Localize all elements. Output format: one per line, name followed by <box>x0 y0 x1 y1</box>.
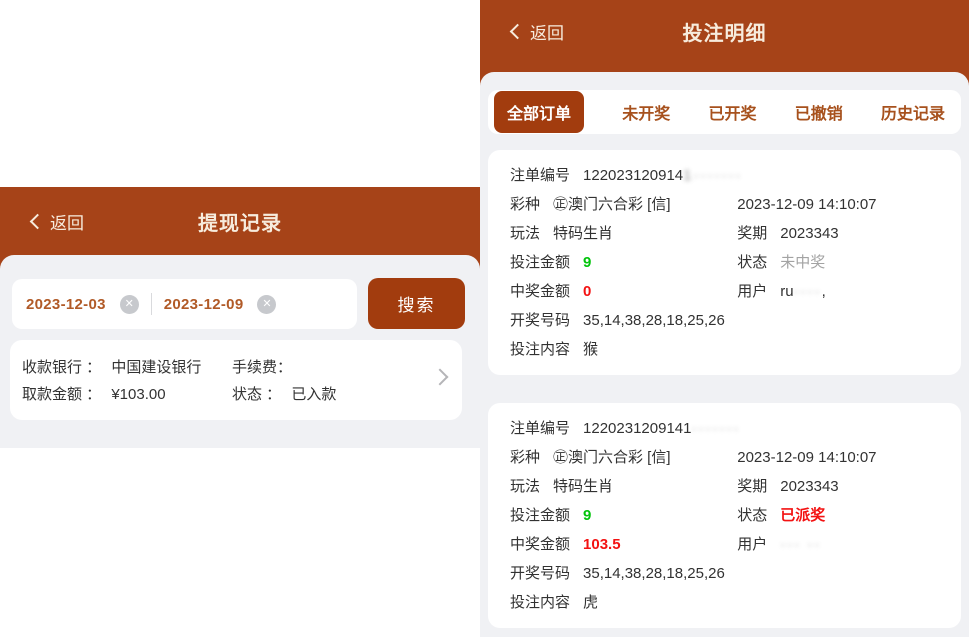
order-number-label: 注单编号 <box>510 414 570 443</box>
record-status-label: 状态 ： <box>232 386 281 403</box>
bet-content-value: 虎 <box>583 588 598 617</box>
clear-date-from-icon[interactable]: ✕ <box>120 295 139 314</box>
bet-amount-label: 投注金额 <box>510 248 570 277</box>
draw-numbers-value: 35,14,38,28,18,25,26 <box>583 559 725 588</box>
period-label: 奖期 <box>737 472 767 501</box>
withdraw-amount-label: 取款金额 ： <box>22 386 101 403</box>
play-label: 玩法 <box>510 219 540 248</box>
screenshot-stage: 返回 提现记录 2023-12-03 ✕ 2023-12-09 ✕ 搜索 收款银… <box>0 0 969 637</box>
chevron-right-icon <box>432 369 449 386</box>
date-to-value[interactable]: 2023-12-09 <box>164 296 244 313</box>
win-amount-label: 中奖金额 <box>510 530 570 559</box>
user-value-prefix: ru <box>780 277 793 306</box>
right-content-area: 全部订单 未开奖 已开奖 已撤销 历史记录 注单编号 122023120914 … <box>480 72 969 637</box>
user-label: 用户 <box>737 530 767 559</box>
status-value: 未中奖 <box>780 248 825 277</box>
lottery-label: 彩种 <box>510 443 540 472</box>
search-button[interactable]: 搜索 <box>368 278 465 329</box>
bet-details-screen: 返回 投注明细 全部订单 未开奖 已开奖 已撤销 历史记录 注单编号 12202… <box>480 0 969 637</box>
withdrawal-records-screen: 返回 提现记录 2023-12-03 ✕ 2023-12-09 ✕ 搜索 收款银… <box>0 0 480 637</box>
datetime-value: 2023-12-09 14:10:07 <box>737 190 876 219</box>
bet-content-label: 投注内容 <box>510 335 570 364</box>
status-label: 状态 <box>737 501 767 530</box>
bank-value: 中国建设银行 <box>111 359 201 376</box>
bet-content-label: 投注内容 <box>510 588 570 617</box>
tab-not-drawn[interactable]: 未开奖 <box>622 100 670 124</box>
user-value-suffix: , <box>822 277 826 306</box>
record-status-value: 已入款 <box>291 386 336 403</box>
draw-numbers-label: 开奖号码 <box>510 306 570 335</box>
bank-label: 收款银行 ： <box>22 359 101 376</box>
play-label: 玩法 <box>510 472 540 501</box>
order-tabs-bar: 全部订单 未开奖 已开奖 已撤销 历史记录 <box>488 90 961 134</box>
tab-all-orders[interactable]: 全部订单 <box>494 91 584 133</box>
order-number-redacted: ······· <box>691 414 740 443</box>
order-number-label: 注单编号 <box>510 161 570 190</box>
bet-content-value: 猴 <box>583 335 598 364</box>
bet-amount-value: 9 <box>583 501 591 530</box>
order-number-value: 122023120914 <box>583 161 683 190</box>
date-divider <box>151 293 152 315</box>
bet-amount-value: 9 <box>583 248 591 277</box>
period-value: 2023343 <box>780 472 838 501</box>
withdraw-amount-value: ¥103.00 <box>111 386 165 403</box>
user-redacted: ··· ·· <box>780 530 821 559</box>
lottery-value: ㊣澳门六合彩 [信] <box>553 443 671 472</box>
date-range-card: 2023-12-03 ✕ 2023-12-09 ✕ <box>12 279 357 329</box>
play-value: 特码生肖 <box>553 219 613 248</box>
clear-date-to-icon[interactable]: ✕ <box>257 295 276 314</box>
win-amount-label: 中奖金额 <box>510 277 570 306</box>
user-label: 用户 <box>737 277 767 306</box>
draw-numbers-value: 35,14,38,28,18,25,26 <box>583 306 725 335</box>
status-value: 已派奖 <box>780 501 825 530</box>
order-number-redacted: 1······· <box>683 161 742 190</box>
right-page-title: 投注明细 <box>480 17 969 46</box>
win-amount-value: 103.5 <box>583 530 621 559</box>
fee-label: 手续费： <box>232 359 292 376</box>
win-amount-value: 0 <box>583 277 591 306</box>
bet-amount-label: 投注金额 <box>510 501 570 530</box>
withdrawal-record-row[interactable]: 收款银行 ： 中国建设银行 手续费： 取款金额 ： ¥103.00 状态 ： 已… <box>10 340 462 420</box>
period-label: 奖期 <box>737 219 767 248</box>
tab-cancelled[interactable]: 已撤销 <box>795 100 843 124</box>
period-value: 2023343 <box>780 219 838 248</box>
user-redacted: ···· <box>794 277 822 306</box>
tab-drawn[interactable]: 已开奖 <box>708 100 756 124</box>
date-from-value[interactable]: 2023-12-03 <box>26 296 106 313</box>
order-number-value: 1220231209141 <box>583 414 691 443</box>
lottery-value: ㊣澳门六合彩 [信] <box>553 190 671 219</box>
status-label: 状态 <box>737 248 767 277</box>
left-page-title: 提现记录 <box>0 207 480 236</box>
lottery-label: 彩种 <box>510 190 540 219</box>
tab-history[interactable]: 历史记录 <box>881 100 945 124</box>
datetime-value: 2023-12-09 14:10:07 <box>737 443 876 472</box>
left-header-bar: 返回 提现记录 <box>0 187 480 255</box>
bet-card: 注单编号 1220231209141 ······· 彩种 ㊣澳门六合彩 [信]… <box>488 403 961 628</box>
draw-numbers-label: 开奖号码 <box>510 559 570 588</box>
play-value: 特码生肖 <box>553 472 613 501</box>
bet-card: 注单编号 122023120914 1······· 彩种 ㊣澳门六合彩 [信]… <box>488 150 961 375</box>
